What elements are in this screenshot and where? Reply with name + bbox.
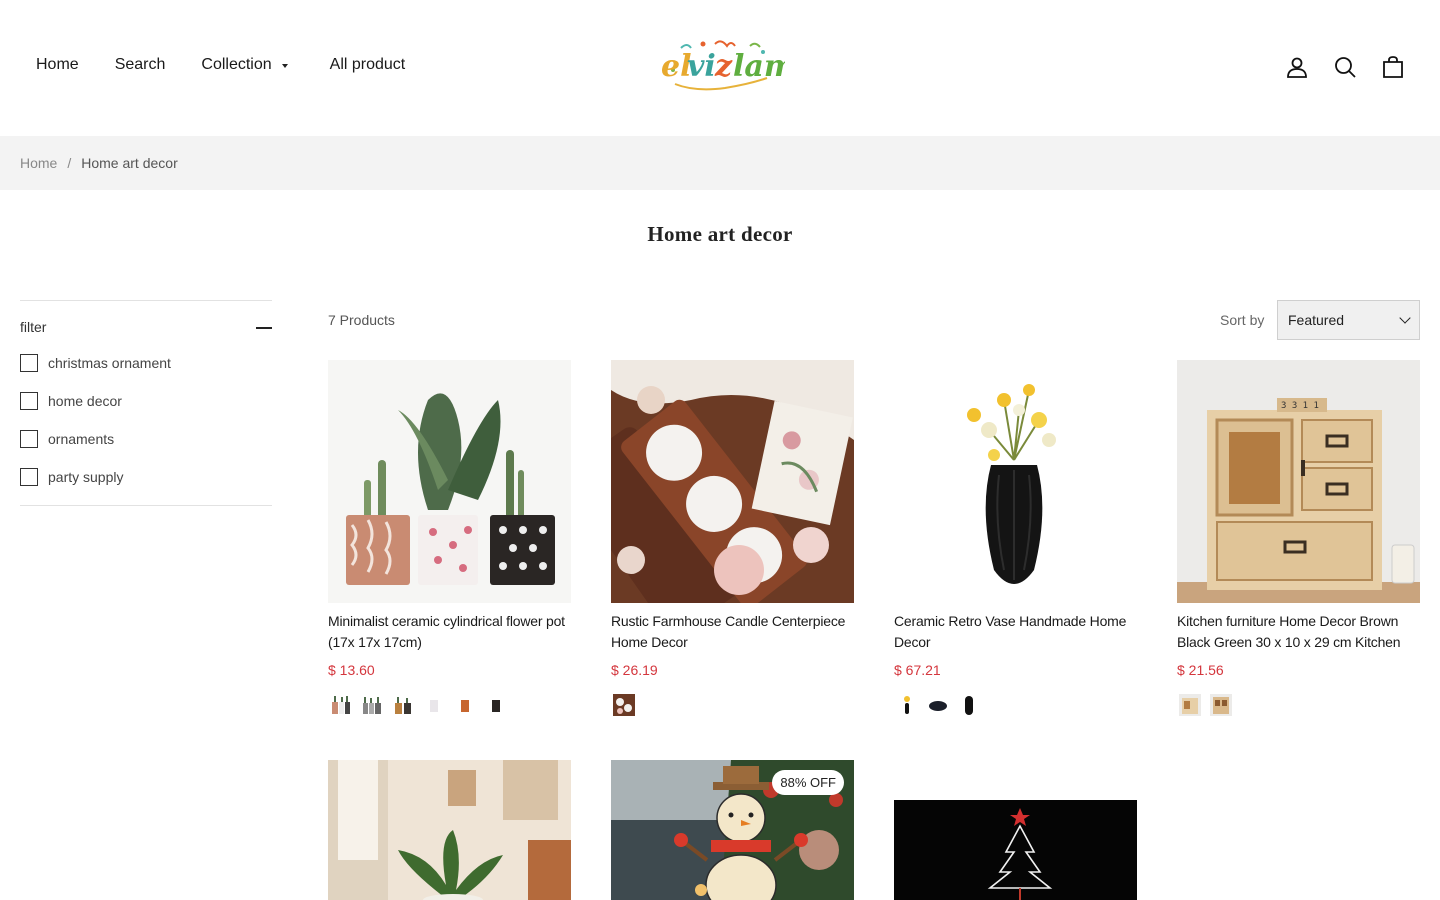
sort-selected-value: Featured bbox=[1288, 312, 1345, 328]
product-card[interactable]: Minimalist ceramic cylindrical flower po… bbox=[328, 360, 571, 718]
product-title[interactable]: Kitchen furniture Home Decor Brown Black… bbox=[1177, 611, 1420, 653]
filter-option-home-decor[interactable]: home decor bbox=[20, 392, 122, 410]
swatch[interactable] bbox=[956, 692, 982, 718]
swatch[interactable] bbox=[483, 692, 509, 718]
product-card[interactable] bbox=[894, 760, 1137, 900]
filter-option-label: party supply bbox=[48, 469, 124, 485]
product-price: $ 13.60 bbox=[328, 662, 375, 678]
nav-search[interactable]: Search bbox=[115, 56, 166, 74]
product-image[interactable] bbox=[894, 360, 1137, 603]
header-icons bbox=[1262, 54, 1406, 80]
swatch[interactable] bbox=[452, 692, 478, 718]
nav-home[interactable]: Home bbox=[36, 56, 79, 74]
swatch-list bbox=[328, 692, 571, 718]
breadcrumb-current: Home art decor bbox=[81, 155, 178, 171]
cart-icon[interactable] bbox=[1380, 54, 1406, 80]
search-icon[interactable] bbox=[1332, 54, 1358, 80]
sort-label: Sort by bbox=[1220, 312, 1265, 328]
breadcrumb-bar: Home / Home art decor bbox=[0, 136, 1440, 190]
swatch[interactable] bbox=[611, 692, 637, 718]
product-title[interactable]: Ceramic Retro Vase Handmade Home Decor bbox=[894, 611, 1137, 653]
collapse-icon[interactable] bbox=[256, 327, 272, 329]
swatch[interactable] bbox=[925, 692, 951, 718]
svg-text:vi: vi bbox=[687, 49, 716, 84]
product-image[interactable] bbox=[328, 360, 571, 603]
product-card[interactable]: 88% OFF bbox=[611, 760, 854, 900]
breadcrumb: Home / Home art decor bbox=[20, 155, 178, 171]
swatch[interactable] bbox=[894, 692, 920, 718]
swatch[interactable] bbox=[1177, 692, 1203, 718]
nav-collection-label: Collection bbox=[201, 56, 272, 73]
site-header: Home Search Collection All product el vi… bbox=[0, 0, 1440, 136]
swatch-list bbox=[1177, 692, 1420, 718]
swatch[interactable] bbox=[359, 692, 385, 718]
product-image[interactable]: 88% OFF bbox=[611, 760, 854, 900]
swatch[interactable] bbox=[1208, 692, 1234, 718]
svg-text:z: z bbox=[714, 49, 733, 84]
filter-option-ornaments[interactable]: ornaments bbox=[20, 430, 114, 448]
filter-header[interactable]: filter bbox=[20, 319, 272, 339]
checkbox[interactable] bbox=[20, 392, 38, 410]
product-price: $ 26.19 bbox=[611, 662, 658, 678]
svg-text:lam: lam bbox=[733, 49, 785, 84]
filter-option-christmas-ornament[interactable]: christmas ornament bbox=[20, 354, 171, 372]
product-count: 7 Products bbox=[328, 312, 395, 328]
chevron-down-icon bbox=[281, 64, 288, 68]
swatch-list bbox=[611, 692, 854, 718]
product-image[interactable] bbox=[611, 360, 854, 603]
product-image[interactable]: 3 3 1 1 bbox=[1177, 360, 1420, 603]
product-card[interactable] bbox=[328, 760, 571, 900]
product-card[interactable]: 3 3 1 1 Kitchen furniture Home Decor Bro… bbox=[1177, 360, 1420, 718]
sort-select[interactable]: Featured bbox=[1277, 300, 1420, 340]
filter-option-label: home decor bbox=[48, 393, 122, 409]
filter-option-label: ornaments bbox=[48, 431, 115, 447]
account-icon[interactable] bbox=[1284, 54, 1310, 80]
product-price: $ 21.56 bbox=[1177, 662, 1224, 678]
swatch-list bbox=[894, 692, 1137, 718]
filter-option-label: christmas ornament bbox=[48, 355, 171, 371]
page-title: Home art decor bbox=[647, 222, 793, 246]
checkbox[interactable] bbox=[20, 468, 38, 486]
product-price: $ 67.21 bbox=[894, 662, 941, 678]
checkbox[interactable] bbox=[20, 354, 38, 372]
breadcrumb-home[interactable]: Home bbox=[20, 155, 57, 171]
filter-heading: filter bbox=[20, 319, 47, 335]
swatch[interactable] bbox=[328, 692, 354, 718]
discount-badge: 88% OFF bbox=[772, 770, 844, 795]
nav-all-product[interactable]: All product bbox=[330, 56, 406, 74]
product-image[interactable] bbox=[328, 760, 571, 900]
swatch[interactable] bbox=[421, 692, 447, 718]
svg-text:3 3 1 1: 3 3 1 1 bbox=[1281, 401, 1319, 411]
nav-collection[interactable]: Collection bbox=[201, 56, 288, 74]
product-card[interactable]: Ceramic Retro Vase Handmade Home Decor $… bbox=[894, 360, 1137, 718]
main-nav: Home Search Collection All product bbox=[36, 56, 441, 74]
chevron-down-icon bbox=[1399, 312, 1411, 324]
product-image[interactable] bbox=[894, 760, 1137, 900]
brand-logo[interactable]: el vi z lam bbox=[655, 34, 796, 98]
filter-option-party-supply[interactable]: party supply bbox=[20, 468, 123, 486]
product-title[interactable]: Minimalist ceramic cylindrical flower po… bbox=[328, 611, 571, 653]
product-title[interactable]: Rustic Farmhouse Candle Centerpiece Home… bbox=[611, 611, 854, 653]
product-card[interactable]: Rustic Farmhouse Candle Centerpiece Home… bbox=[611, 360, 854, 718]
swatch[interactable] bbox=[390, 692, 416, 718]
breadcrumb-separator: / bbox=[67, 155, 72, 171]
filter-panel: filter christmas ornament home decor orn… bbox=[20, 300, 272, 506]
checkbox[interactable] bbox=[20, 430, 38, 448]
